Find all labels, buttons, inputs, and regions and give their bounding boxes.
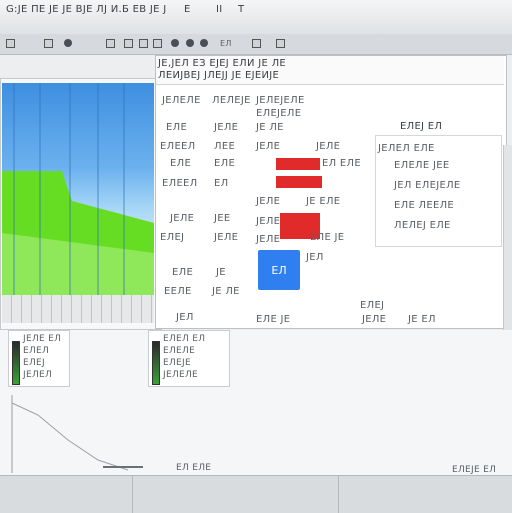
bottom-panel: ЈЕЛЕ ЕЛ ЕЛЕЛ ЕЛЕЈ ЈЕЛЕЛ ЕЛЕЛ ЕЛ ЕЛЕЛЕ ЕЛ… [0,330,512,475]
chart-axis-strip [2,295,154,323]
legend-box-b: ЕЛЕЛ ЕЛ ЕЛЕЛЕ ЕЛЕЈЕ ЈЕЛЕЛЕ [148,330,230,387]
mini-chart-line [11,402,129,471]
area-chart [2,83,154,295]
legend-a-3: ЕЛЕЈ [23,358,45,368]
cell-a7[interactable]: ЕЛЕЈ [160,232,184,244]
details-title: ЕЛЕЈ ЕЛ [400,121,443,132]
settings-icon[interactable] [171,39,179,47]
button-caption: ЈЕЛ [306,252,324,263]
primary-action-label: ЕЛ [271,263,287,277]
cell-b5[interactable]: ЕЛ [214,178,228,190]
cell-a3[interactable]: ЕЛЕЕЛ [160,141,196,153]
status-separator [132,476,133,513]
grid-icon[interactable] [139,39,148,48]
legend-bar [152,341,160,385]
cell-b1[interactable]: ЛЕЛЕЈЕ [212,95,251,107]
cell-c6[interactable]: ЈЕЛЕ [256,216,280,228]
cell-b4[interactable]: ЕЛЕ [214,158,235,170]
details-row-2: ЕЛЕЛЕ ЈЕЕ [394,160,450,171]
toolbar: ЕЛ [0,34,512,55]
status-icon[interactable] [186,39,194,47]
sheet-header-row-1: ЈЕ,ЈЕЛ ЕЗ ЕЈЕЈ ЕЛИ ЈЕ ЛЕ [158,58,287,69]
details-row-1: ЈЕЛЕЛ ЕЛЕ [378,143,435,154]
primary-action-button[interactable]: ЕЛ [258,250,300,290]
cell-a6[interactable]: ЈЕЛЕ [170,213,194,225]
details-row-4: ЕЛЕ ЛЕЕЛЕ [394,200,455,211]
status-bar [0,475,512,513]
legend-a-4: ЈЕЛЕЛ [23,370,53,380]
cell-d1[interactable]: ЈЕЛЕ [316,141,340,153]
legend-a-2: ЕЛЕЛ [23,346,50,356]
legend-b-3: ЕЛЕЈЕ [163,358,191,368]
copy-icon[interactable] [106,39,115,48]
toolbar-label[interactable]: ЕЛ [220,38,232,50]
details-row-3: ЈЕЛ ЕЛЕЈЕЛЕ [394,180,461,191]
cell-a2[interactable]: ЕЛЕ [166,122,187,134]
cell-b2[interactable]: ЈЕЛЕ [214,122,238,134]
legend-a-1: ЈЕЛЕ ЕЛ [23,334,62,344]
mini-line-chart [11,395,143,473]
cell-c3[interactable]: ЈЕ ЛЕ [256,122,284,134]
sheet-header-row-2: ЛЕИЈВЕЈ ЈЛЕЈЈ ЈЕ ЕЈЕИЈЕ [158,70,280,81]
cell-b6[interactable]: ЈЕЕ [214,213,231,225]
cell-c4[interactable]: ЈЕЛЕ [256,141,280,153]
cell-a1[interactable]: ЈЕЛЕЛЕ [162,95,201,107]
alert-cell [276,158,320,170]
export-icon[interactable] [276,39,285,48]
window-title: G:ЈЕ ПЕ ЈЕ ЈЕ ВЈЕ ЛЈ И.Б ЕВ ЈЕ Ј [6,4,167,15]
sheet-footer-3: ЈЕЛЕ [362,314,387,325]
file-icon[interactable] [44,39,53,48]
title-bar: G:ЈЕ ПЕ ЈЕ ЈЕ ВЈЕ ЛЈ И.Б ЕВ ЈЕ Ј E II T [0,0,512,35]
legend-b-1: ЕЛЕЛ ЕЛ [163,334,206,344]
legend-b-4: ЈЕЛЕЛЕ [163,370,199,380]
cell-c7[interactable]: ЈЕЛЕ [256,234,280,246]
area-chart-svg [2,83,154,295]
restore-button[interactable]: II [216,4,223,16]
legend-box-a: ЈЕЛЕ ЕЛ ЕЛЕЛ ЕЛЕЈ ЈЕЛЕЛ [8,330,70,387]
close-button[interactable]: T [238,4,244,16]
legend-bar [12,341,20,385]
cell-a4[interactable]: ЕЛЕ [170,158,191,170]
cell-a8[interactable]: ЕЛЕ [172,267,193,279]
cell-a9[interactable]: ЕЕЛЕ [164,286,192,298]
cell-a5[interactable]: ЕЛЕЕЛ [162,178,198,190]
window-menu-button[interactable]: E [184,4,191,16]
cell-c5[interactable]: ЈЕЛЕ [256,196,280,208]
alert-cell [276,176,322,188]
cell-c8[interactable]: ЕЛЕ ЈЕ [256,314,290,326]
menu-icon[interactable] [6,39,15,48]
cell-d3[interactable]: ЈЕ ЕЛЕ [306,196,340,208]
sheet-footer-1: ЈЕЛ [176,312,194,323]
sheet-footer-4: ЈЕ ЕЛ [408,314,436,325]
sheet-header: ЈЕ,ЈЕЛ ЕЗ ЕЈЕЈ ЕЛИ ЈЕ ЛЕ ЛЕИЈВЕЈ ЈЛЕЈЈ Ј… [156,56,504,85]
cell-b9[interactable]: ЈЕ ЛЕ [212,286,240,298]
record-icon[interactable] [64,39,72,47]
details-row-5: ЛЕЛЕЈ ЕЛЕ [394,220,451,231]
legend-b-2: ЕЛЕЛЕ [163,346,196,356]
view-icon[interactable] [252,39,261,48]
status-separator [338,476,339,513]
cell-b3[interactable]: ЛЕЕ [214,141,235,153]
cell-d4[interactable]: ЕЛЕ ЈЕ [310,232,344,244]
cell-b7[interactable]: ЈЕЛЕ [214,232,238,244]
cell-c2[interactable]: ЕЛЕЈЕЛЕ [256,108,301,120]
cell-b8[interactable]: ЈЕ [216,267,226,279]
cell-d2[interactable]: ЕЛ ЕЛЕ [322,158,361,170]
cell-c1[interactable]: ЈЕЛЕЈЕЛЕ [256,95,305,107]
sheet-footer-2: ЕЛЕЈ [360,300,385,311]
details-pane: ЕЛЕЈ ЕЛ ЈЕЛЕЛ ЕЛЕ ЕЛЕЛЕ ЈЕЕ ЈЕЛ ЕЛЕЈЕЛЕ … [375,121,502,247]
paste-icon[interactable] [124,39,133,48]
bottom-label: ЕЛ ЕЛЕ [176,463,212,473]
table-icon[interactable] [153,39,162,48]
sync-icon[interactable] [200,39,208,47]
